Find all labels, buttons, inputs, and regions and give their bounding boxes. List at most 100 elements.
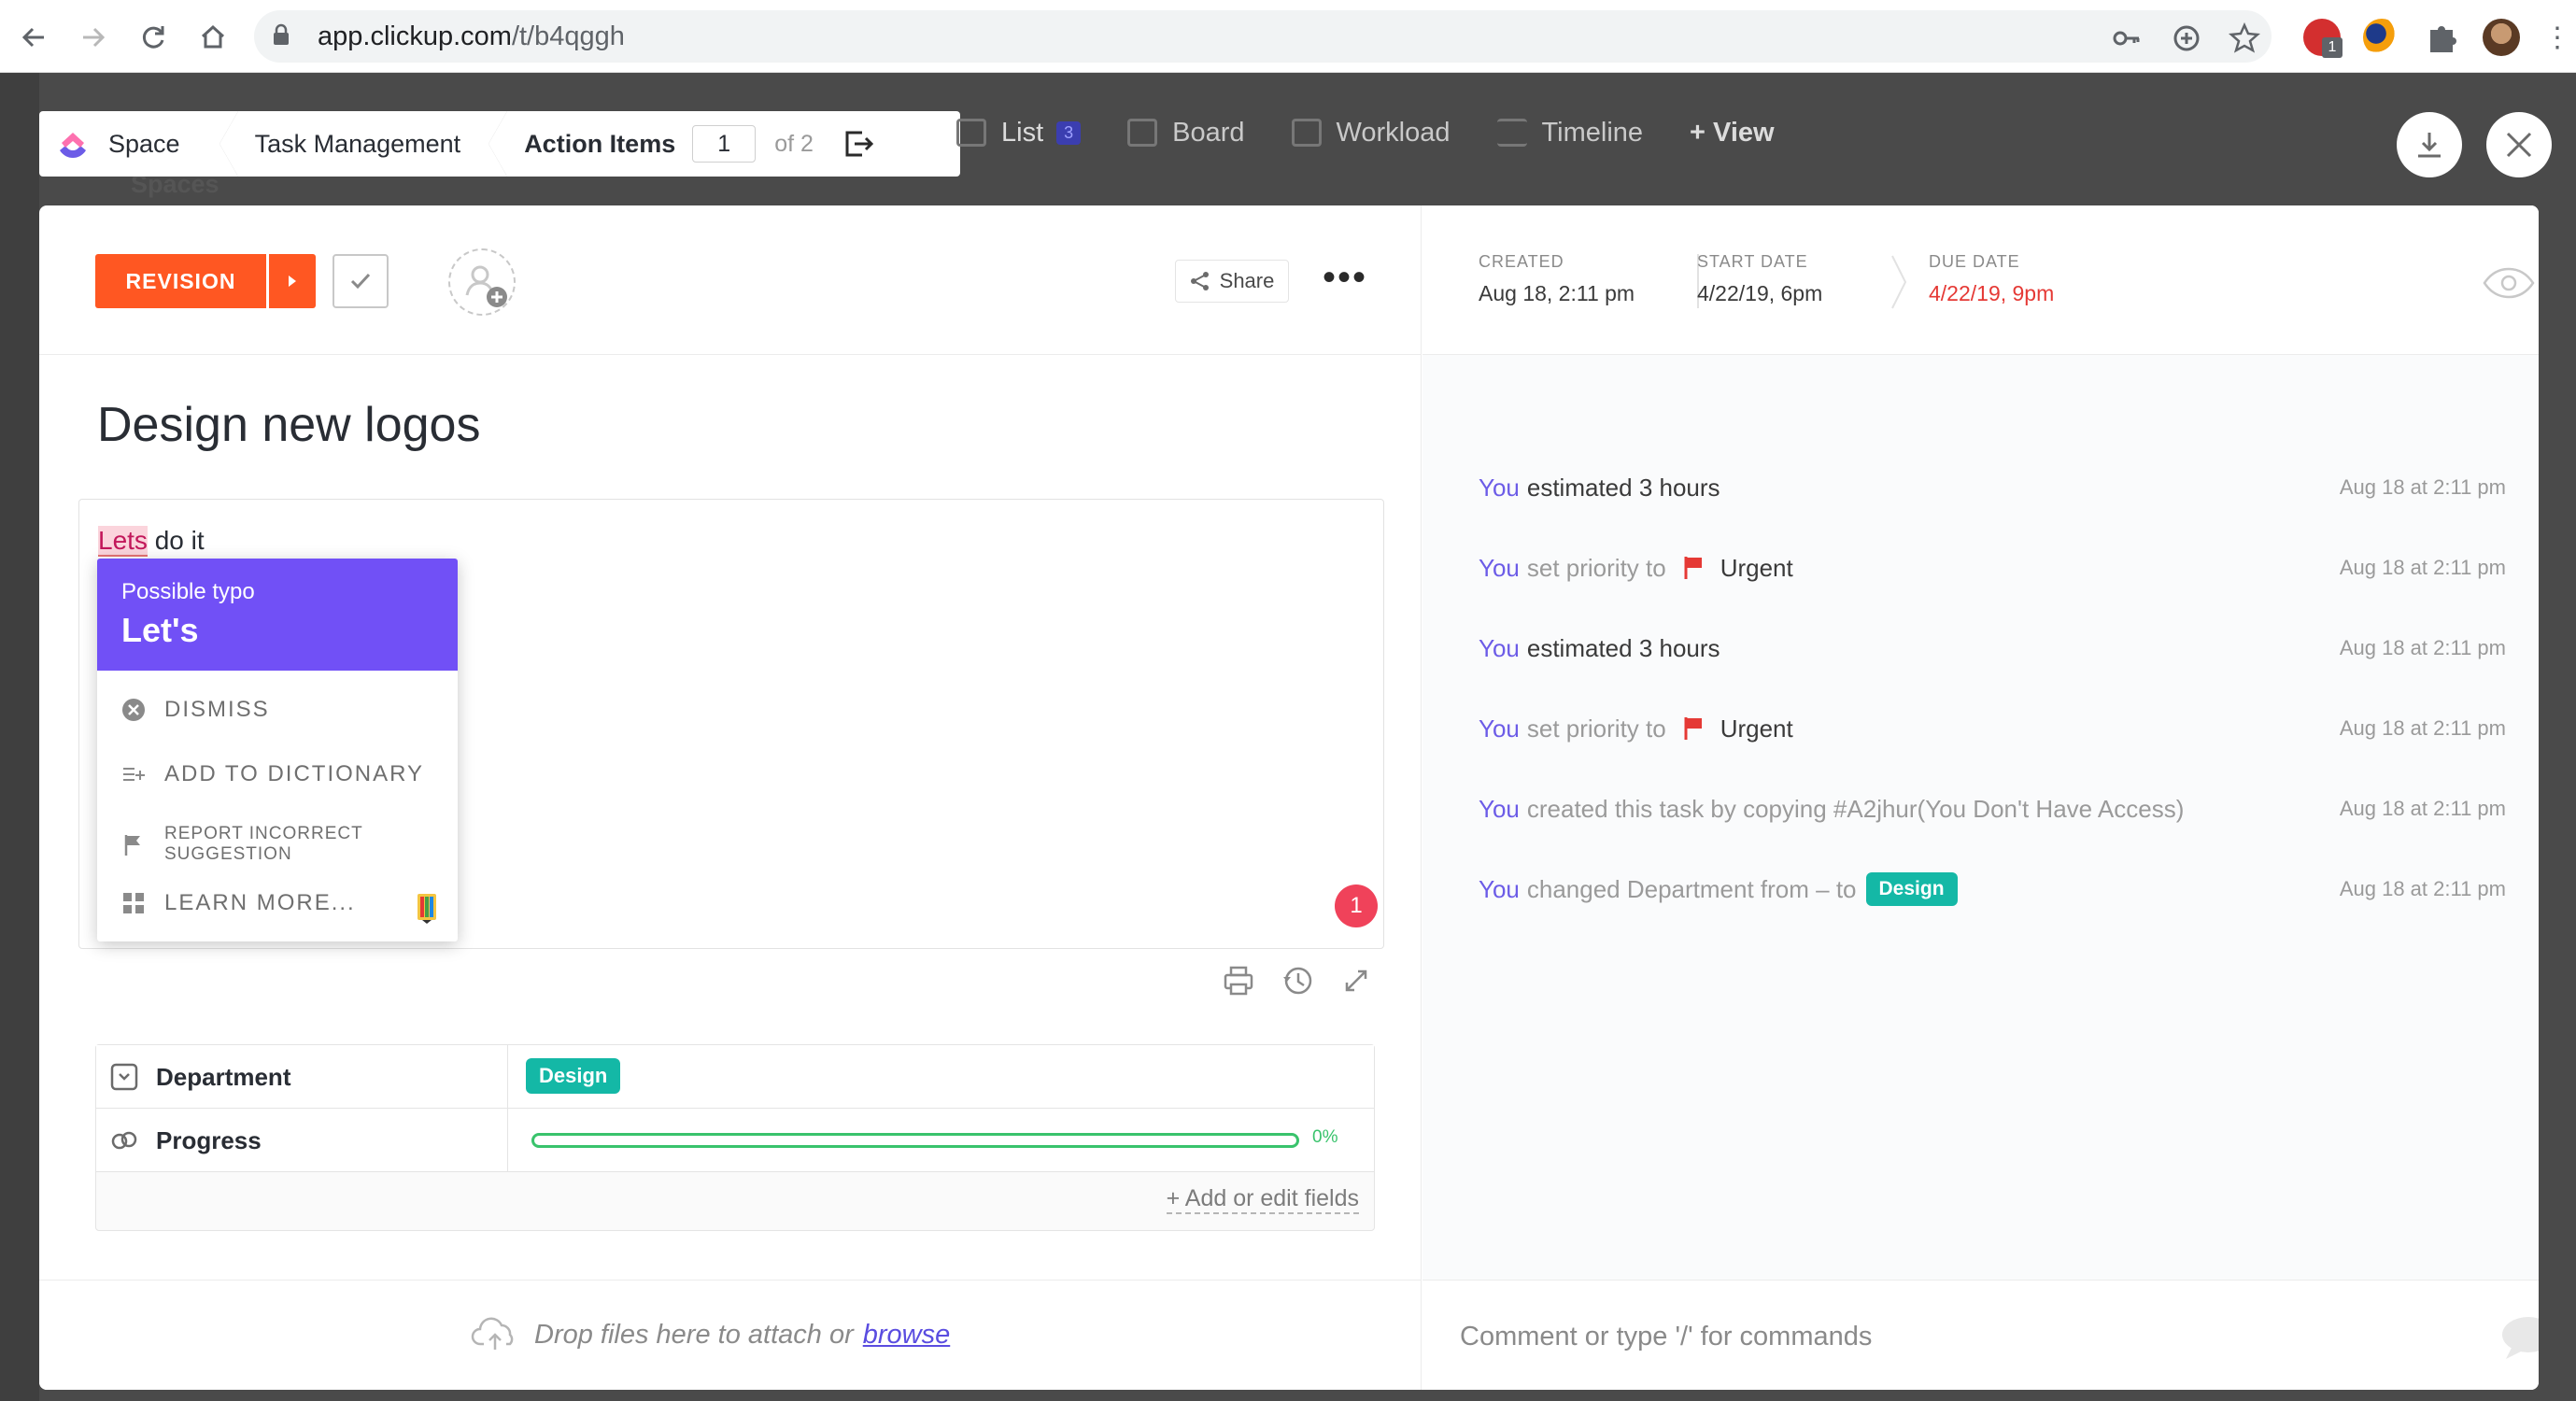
comment-bubble-icon[interactable] <box>2500 1314 2539 1361</box>
activity-item: You estimated 3 hours Aug 18 at 2:11 pm <box>1479 469 2506 506</box>
next-status-button[interactable] <box>269 254 316 308</box>
activity-actor[interactable]: You <box>1479 554 1520 583</box>
task-title[interactable]: Design new logos <box>97 397 480 453</box>
complete-task-button[interactable] <box>333 254 389 308</box>
url-host: app.clickup.com <box>318 21 512 51</box>
activity-text: estimated 3 hours <box>1526 633 1720 662</box>
address-bar[interactable]: app.clickup.com/t/b4qggh <box>254 10 2272 63</box>
start-date-value[interactable]: 4/22/19, 6pm <box>1697 281 1822 306</box>
activity-timestamp: Aug 18 at 2:11 pm <box>2339 797 2506 820</box>
watch-eye-icon[interactable] <box>2483 267 2535 299</box>
tab-board-label: Board <box>1172 117 1245 148</box>
due-date[interactable]: DUE DATE 4/22/19, 9pm <box>1929 252 2054 306</box>
url-path: /t/b4qggh <box>511 21 625 51</box>
learn-more-option[interactable]: LEARN MORE... <box>121 890 356 916</box>
drop-text: Drop files here to attach or <box>534 1319 854 1350</box>
report-label-line1: REPORT INCORRECT <box>164 824 363 843</box>
profile-avatar[interactable] <box>2483 19 2520 56</box>
grid-icon <box>123 893 144 913</box>
typo-suggestion-header[interactable]: Possible typo Let's <box>97 559 458 671</box>
task-details-pane: REVISION Share ••• Design new logos Lets… <box>39 205 1422 1280</box>
key-icon[interactable] <box>2111 18 2143 59</box>
more-options-icon[interactable]: ••• <box>1323 259 1367 296</box>
breadcrumb-folder[interactable]: Task Management <box>229 111 507 177</box>
extension-icon[interactable] <box>2363 19 2400 56</box>
start-date[interactable]: START DATE 4/22/19, 6pm <box>1697 252 1822 306</box>
browse-link[interactable]: browse <box>863 1320 951 1351</box>
list-count-badge: 3 <box>1056 120 1082 145</box>
bookmark-star-icon[interactable] <box>2229 18 2260 59</box>
file-dropzone[interactable]: Drop files here to attach or browse <box>471 1316 950 1353</box>
dismiss-option[interactable]: DISMISS <box>121 697 270 723</box>
download-button[interactable] <box>2397 112 2462 177</box>
close-modal-button[interactable] <box>2486 112 2552 177</box>
grammar-issue-count[interactable]: 1 <box>1335 884 1378 927</box>
reload-icon[interactable] <box>133 17 174 58</box>
description-rest: do it <box>147 526 205 555</box>
clickup-logo-icon <box>54 125 92 163</box>
status-button[interactable]: REVISION <box>95 254 316 308</box>
dismiss-label: DISMISS <box>164 697 270 722</box>
activity-actor[interactable]: You <box>1479 715 1520 743</box>
share-button[interactable]: Share <box>1175 260 1289 303</box>
activity-actor[interactable]: You <box>1479 875 1520 904</box>
activity-timestamp: Aug 18 at 2:11 pm <box>2339 475 2506 499</box>
board-icon <box>1127 119 1158 147</box>
task-header: REVISION Share ••• <box>39 205 1422 355</box>
report-suggestion-option[interactable]: REPORT INCORRECT SUGGESTION <box>121 824 363 865</box>
activity-actor[interactable]: You <box>1479 795 1520 824</box>
open-in-new-icon[interactable] <box>842 127 875 161</box>
department-tag: Design <box>1865 872 1958 906</box>
breadcrumb-list[interactable]: Action Items <box>498 111 675 177</box>
task-page-input[interactable]: 1 <box>692 125 757 163</box>
home-icon[interactable] <box>192 17 234 58</box>
flag-icon <box>124 835 140 856</box>
progress-bar-track[interactable] <box>531 1133 1299 1148</box>
download-icon <box>2418 133 2441 158</box>
activity-text: created this task by copying #A2jhur(You… <box>1526 794 2185 823</box>
expand-icon[interactable] <box>1339 964 1373 998</box>
add-to-dictionary-option[interactable]: ADD TO DICTIONARY <box>121 761 424 787</box>
department-tag[interactable]: Design <box>526 1058 621 1094</box>
close-icon <box>2506 132 2532 158</box>
due-date-value[interactable]: 4/22/19, 9pm <box>1929 281 2054 306</box>
typo-highlight[interactable]: Lets <box>98 526 148 557</box>
back-icon[interactable] <box>13 17 54 58</box>
field-divider <box>507 1109 508 1172</box>
add-edit-fields-link[interactable]: + Add or edit fields <box>1166 1185 1359 1214</box>
custom-fields-table: Department Design Progress 0% + Add or e… <box>95 1044 1375 1231</box>
add-to-list-icon <box>123 768 145 781</box>
tab-workload-label: Workload <box>1336 117 1451 148</box>
typo-suggestion[interactable]: Let's <box>121 611 433 650</box>
history-icon[interactable] <box>1281 964 1315 998</box>
description-text[interactable]: Lets do it <box>98 526 205 557</box>
dropdown-field-icon <box>110 1063 138 1091</box>
typo-kind: Possible typo <box>121 579 255 604</box>
add-view-button[interactable]: + View <box>1690 118 1775 149</box>
menu-dots-icon[interactable]: ⋮ <box>2537 17 2576 58</box>
puzzle-icon[interactable] <box>2423 19 2460 56</box>
adblock-extension-icon[interactable]: 1 <box>2303 19 2342 58</box>
forward-icon[interactable] <box>73 17 114 58</box>
status-label[interactable]: REVISION <box>95 254 266 308</box>
progress-field-name: Progress <box>109 1109 262 1172</box>
zoom-icon[interactable] <box>2171 18 2202 59</box>
breadcrumb-space[interactable]: Space <box>95 111 238 177</box>
tab-list[interactable]: List 3 <box>956 118 1082 149</box>
comment-input[interactable]: Comment or type '/' for commands <box>1460 1322 1872 1352</box>
tab-board[interactable]: Board <box>1127 117 1245 149</box>
tab-timeline[interactable]: Timeline <box>1496 118 1643 149</box>
checkmark-icon <box>350 273 371 290</box>
activity-actor[interactable]: You <box>1479 634 1520 663</box>
activity-item: You changed Department from – to Design Aug… <box>1479 870 2506 908</box>
field-row-department: Department Design <box>96 1045 1374 1109</box>
department-value[interactable]: Design <box>526 1058 621 1094</box>
add-assignee-button[interactable] <box>448 248 516 316</box>
activity-item: You created this task by copying #A2jhur(… <box>1479 790 2506 828</box>
activity-text: estimated 3 hours <box>1526 473 1720 502</box>
tab-workload[interactable]: Workload <box>1291 117 1451 149</box>
field-divider <box>507 1045 508 1109</box>
activity-actor[interactable]: You <box>1479 474 1520 502</box>
learn-more-label: LEARN MORE... <box>164 890 356 915</box>
print-icon[interactable] <box>1222 964 1255 998</box>
